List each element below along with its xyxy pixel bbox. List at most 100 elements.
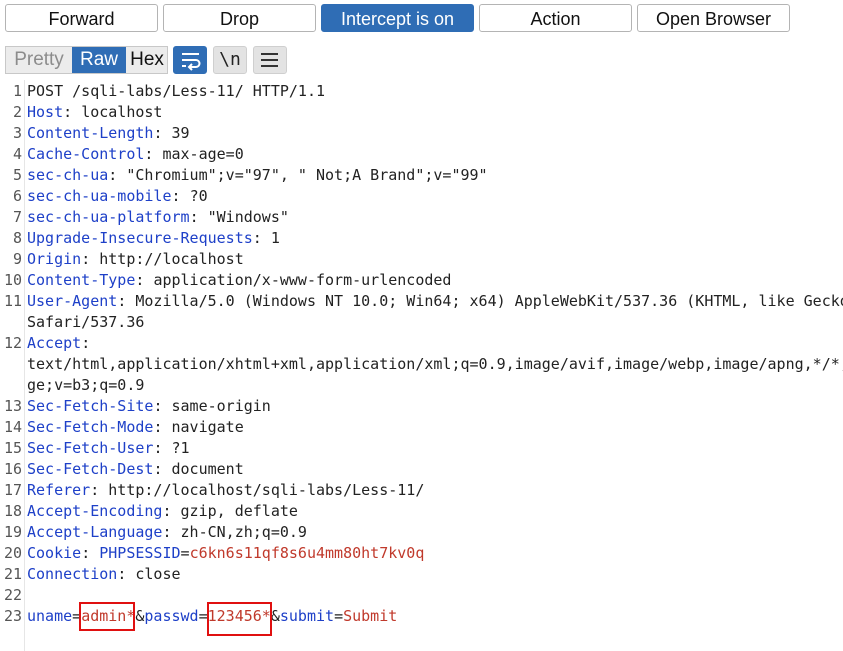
line-number: 6 xyxy=(12,187,22,205)
word-wrap-icon xyxy=(182,53,201,71)
header-name: Connection xyxy=(27,565,118,583)
line-number: 17 xyxy=(3,481,22,499)
header-line: Host: localhost xyxy=(27,103,163,121)
cookie-value: c6kn6s11qf8s6u4mm80ht7kv0q xyxy=(189,544,425,562)
line-number: 1 xyxy=(12,82,22,100)
header-line: Accept: xyxy=(27,334,91,352)
header-line: sec-ch-ua-mobile: ?0 xyxy=(27,187,208,205)
header-value: close xyxy=(135,565,181,583)
header-line: Cookie: PHPSESSID=c6kn6s11qf8s6u4mm80ht7… xyxy=(27,544,425,562)
header-name: Host xyxy=(27,103,64,121)
line-number: 5 xyxy=(12,166,22,184)
header-line: Referer: http://localhost/sqli-labs/Less… xyxy=(27,481,425,499)
header-line: Sec-Fetch-Site: same-origin xyxy=(27,397,271,415)
header-value: same-origin xyxy=(171,397,271,415)
header-value: gzip, deflate xyxy=(180,502,298,520)
request-line: POST /sqli-labs/Less-11/ HTTP/1.1 xyxy=(27,82,326,100)
header-line: Connection: close xyxy=(27,565,181,583)
header-line: Content-Length: 39 xyxy=(27,124,190,142)
param-name-passwd: passwd xyxy=(144,607,199,625)
header-line: Cache-Control: max-age=0 xyxy=(27,145,244,163)
header-value: zh-CN,zh;q=0.9 xyxy=(180,523,307,541)
request-editor[interactable]: 1 2 3 4 5 6 7 8 9 10 11 12 13 14 15 16 1… xyxy=(0,80,843,651)
header-name: Cache-Control xyxy=(27,145,145,163)
equals-sign: = xyxy=(334,607,344,625)
header-value: application/x-www-form-urlencoded xyxy=(153,271,452,289)
line-number: 23 xyxy=(3,607,22,625)
message-view-bar: Pretty Raw Hex \n xyxy=(0,42,843,78)
header-line: Accept-Language: zh-CN,zh;q=0.9 xyxy=(27,523,307,541)
line-number: 16 xyxy=(3,460,22,478)
header-value: document xyxy=(171,460,244,478)
header-value: "Chromium";v="97", " Not;A Brand";v="99" xyxy=(126,166,488,184)
header-line: sec-ch-ua: "Chromium";v="97", " Not;A Br… xyxy=(27,166,488,184)
param-name-uname: uname xyxy=(27,607,73,625)
drop-button[interactable]: Drop xyxy=(163,4,316,32)
show-newlines-button[interactable]: \n xyxy=(213,46,247,74)
header-name: Sec-Fetch-Mode xyxy=(27,418,154,436)
line-number: 3 xyxy=(12,124,22,142)
line-number: 20 xyxy=(3,544,22,562)
line-number: 19 xyxy=(3,523,22,541)
header-line: Content-Type: application/x-www-form-url… xyxy=(27,271,452,289)
hamburger-menu-icon xyxy=(261,53,278,67)
raw-tab[interactable]: Raw xyxy=(72,47,126,73)
line-number: 22 xyxy=(3,586,22,604)
line-number: 11 xyxy=(3,292,22,310)
header-name: Content-Length xyxy=(27,124,154,142)
header-name: User-Agent xyxy=(27,292,118,310)
header-value: localhost xyxy=(81,103,163,121)
header-line: Accept-Encoding: gzip, deflate xyxy=(27,502,298,520)
header-value: http://localhost xyxy=(99,250,244,268)
header-line: Sec-Fetch-User: ?1 xyxy=(27,439,190,457)
line-number: 10 xyxy=(3,271,22,289)
line-number: 15 xyxy=(3,439,22,457)
header-value: ?1 xyxy=(171,439,190,457)
header-name: Accept-Encoding xyxy=(27,502,163,520)
annotation-box-passwd xyxy=(207,602,272,636)
header-value: 1 xyxy=(270,229,280,247)
header-name: sec-ch-ua xyxy=(27,166,109,184)
header-name: Referer xyxy=(27,481,91,499)
line-number: 2 xyxy=(12,103,22,121)
header-value: navigate xyxy=(171,418,244,436)
header-value: 39 xyxy=(171,124,190,142)
line-number: 9 xyxy=(12,250,22,268)
header-name: Cookie xyxy=(27,544,82,562)
line-number: 12 xyxy=(3,334,22,352)
header-line: Origin: http://localhost xyxy=(27,250,244,268)
header-name: Upgrade-Insecure-Requests xyxy=(27,229,253,247)
header-continuation: text/html,application/xhtml+xml,applicat… xyxy=(27,355,843,373)
header-value: "Windows" xyxy=(207,208,289,226)
line-number: 8 xyxy=(12,229,22,247)
hex-tab[interactable]: Hex xyxy=(126,47,168,73)
pretty-tab[interactable]: Pretty xyxy=(6,47,72,73)
view-mode-segmented: Pretty Raw Hex xyxy=(5,46,168,74)
line-number: 7 xyxy=(12,208,22,226)
param-separator: & xyxy=(270,607,280,625)
header-continuation: ge;v=b3;q=0.9 xyxy=(27,376,145,394)
header-value: http://localhost/sqli-labs/Less-11/ xyxy=(108,481,425,499)
header-value: max-age=0 xyxy=(162,145,244,163)
header-line: Upgrade-Insecure-Requests: 1 xyxy=(27,229,280,247)
menu-button[interactable] xyxy=(253,46,287,74)
header-name: Accept xyxy=(27,334,82,352)
word-wrap-button[interactable] xyxy=(173,46,207,74)
annotation-box-uname xyxy=(79,602,135,631)
header-name: sec-ch-ua-mobile xyxy=(27,187,172,205)
forward-button[interactable]: Forward xyxy=(5,4,158,32)
action-button[interactable]: Action xyxy=(479,4,632,32)
header-continuation: Safari/537.36 xyxy=(27,313,145,331)
intercept-toggle-button[interactable]: Intercept is on xyxy=(321,4,474,32)
cookie-name: PHPSESSID xyxy=(99,544,181,562)
intercept-toolbar: Forward Drop Intercept is on Action Open… xyxy=(0,0,843,43)
line-number: 21 xyxy=(3,565,22,583)
header-line: User-Agent: Mozilla/5.0 (Windows NT 10.0… xyxy=(27,291,843,312)
open-browser-button[interactable]: Open Browser xyxy=(637,4,790,32)
header-line: Sec-Fetch-Dest: document xyxy=(27,460,244,478)
header-name: Content-Type xyxy=(27,271,136,289)
header-line: sec-ch-ua-platform: "Windows" xyxy=(27,208,289,226)
param-value-submit: Submit xyxy=(343,607,398,625)
line-number: 18 xyxy=(3,502,22,520)
header-name: Sec-Fetch-Site xyxy=(27,397,154,415)
